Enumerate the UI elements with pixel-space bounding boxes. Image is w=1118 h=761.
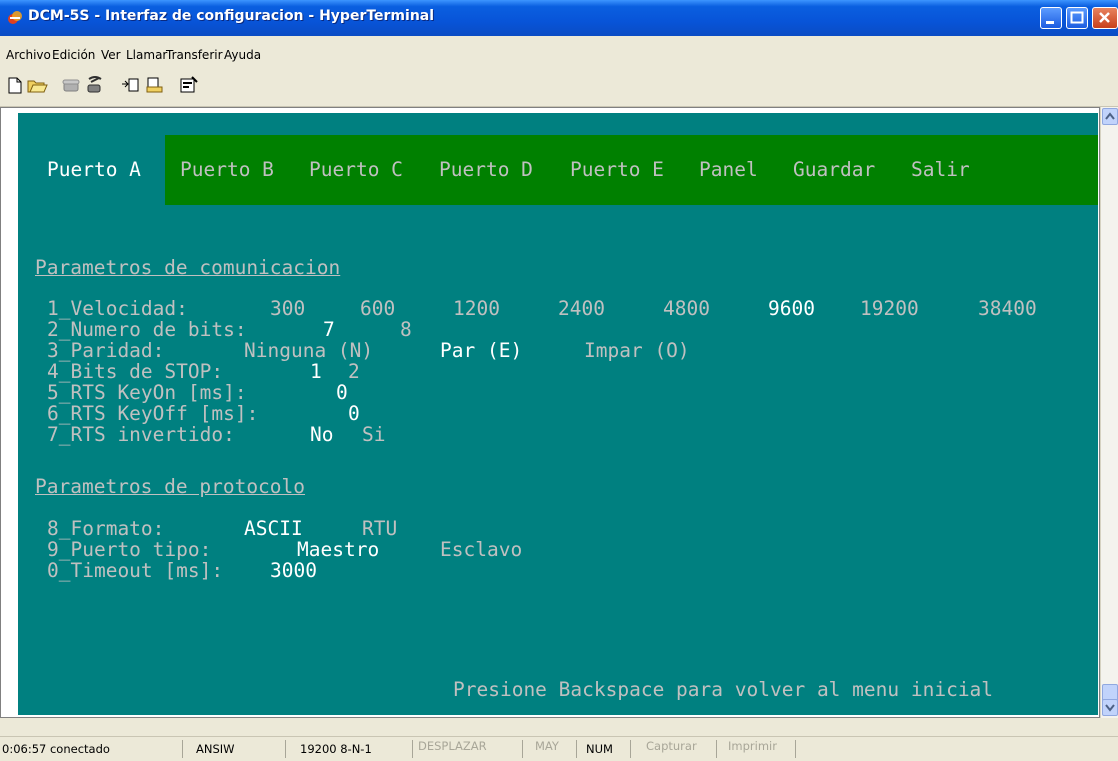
tab-puerto-c[interactable]: Puerto C: [309, 159, 403, 181]
window-title: DCM-5S - Interfaz de configuracion - Hyp…: [28, 8, 435, 24]
vertical-scrollbar[interactable]: [1100, 107, 1118, 718]
properties-icon[interactable]: [178, 75, 200, 95]
menu-llamar[interactable]: Llamar: [126, 48, 167, 62]
stop-label: 4_Bits de STOP:: [47, 360, 224, 383]
bits-option-7[interactable]: 7: [323, 319, 335, 341]
minimize-icon: [1046, 21, 1054, 24]
rts-invertido-label: 7_RTS invertido:: [47, 423, 235, 446]
title-bar[interactable]: DCM-5S - Interfaz de configuracion - Hyp…: [0, 0, 1118, 36]
disconnect-icon[interactable]: [84, 75, 106, 95]
terminal-screen[interactable]: Puerto A Puerto B Puerto C Puerto D Puer…: [18, 113, 1098, 715]
status-separator: [795, 740, 796, 758]
status-num: NUM: [586, 742, 613, 756]
chevron-up-icon: [1105, 112, 1115, 120]
stop-option-1[interactable]: 1: [310, 361, 322, 383]
menu-ayuda[interactable]: Ayuda: [224, 48, 261, 62]
formato-option-ascii[interactable]: ASCII: [244, 518, 303, 540]
paridad-option-ninguna[interactable]: Ninguna (N): [244, 340, 373, 362]
tab-salir[interactable]: Salir: [911, 159, 970, 181]
status-bar: 0:06:57 conectado ANSIW 19200 8-N-1 DESP…: [0, 736, 1118, 761]
bits-option-8[interactable]: 8: [400, 319, 412, 341]
bits-label: 2_Numero de bits:: [47, 318, 247, 341]
puerto-tipo-option-maestro[interactable]: Maestro: [297, 539, 379, 561]
phone-icon[interactable]: [60, 75, 82, 95]
status-caps: MAY: [535, 739, 559, 753]
status-separator: [285, 740, 286, 758]
receive-icon[interactable]: [144, 75, 166, 95]
close-icon: [1099, 12, 1110, 23]
minimize-button[interactable]: [1040, 7, 1062, 29]
velocidad-label: 1_Velocidad:: [47, 297, 188, 320]
status-separator: [412, 740, 413, 758]
menu-archivo[interactable]: Archivo: [6, 48, 51, 62]
status-scroll: DESPLAZAR: [418, 739, 487, 753]
paridad-option-impar[interactable]: Impar (O): [584, 340, 690, 362]
menu-ver[interactable]: Ver: [101, 48, 121, 62]
formato-label: 8_Formato:: [47, 517, 165, 540]
status-separator: [576, 740, 577, 758]
scroll-up-button[interactable]: [1102, 108, 1118, 125]
status-separator: [630, 740, 631, 758]
rts-invertido-option-no[interactable]: No: [310, 424, 333, 446]
footer-hint: Presione Backspace para volver al menu i…: [453, 678, 994, 701]
status-capture: Capturar: [646, 739, 697, 753]
menu-edicion[interactable]: Edición: [52, 48, 95, 62]
status-print: Imprimir: [728, 739, 777, 753]
section-comunicacion-title: Parametros de comunicacion: [35, 256, 341, 279]
status-connected: 0:06:57 conectado: [2, 742, 110, 756]
keyon-label: 5_RTS KeyOn [ms]:: [47, 381, 247, 404]
velocidad-option-1200[interactable]: 1200: [453, 298, 500, 320]
velocidad-option-38400[interactable]: 38400: [978, 298, 1037, 320]
scroll-down-button[interactable]: [1102, 699, 1118, 716]
stop-option-2[interactable]: 2: [348, 361, 360, 383]
keyon-value[interactable]: 0: [336, 382, 348, 404]
velocidad-option-19200[interactable]: 19200: [860, 298, 919, 320]
velocidad-option-2400[interactable]: 2400: [558, 298, 605, 320]
tab-puerto-b[interactable]: Puerto B: [180, 159, 274, 181]
rts-invertido-option-si[interactable]: Si: [362, 424, 385, 446]
formato-option-rtu[interactable]: RTU: [362, 518, 397, 540]
velocidad-option-9600[interactable]: 9600: [768, 298, 815, 320]
keyoff-label: 6_RTS KeyOff [ms]:: [47, 402, 259, 425]
status-settings: 19200 8-N-1: [300, 742, 372, 756]
paridad-option-par[interactable]: Par (E): [440, 340, 522, 362]
maximize-icon: [1070, 11, 1084, 24]
velocidad-option-300[interactable]: 300: [270, 298, 305, 320]
tab-puerto-d[interactable]: Puerto D: [439, 159, 533, 181]
new-file-icon[interactable]: [4, 75, 26, 95]
velocidad-option-4800[interactable]: 4800: [663, 298, 710, 320]
timeout-label: 0_Timeout [ms]:: [47, 559, 224, 582]
velocidad-option-600[interactable]: 600: [360, 298, 395, 320]
timeout-value[interactable]: 3000: [270, 560, 317, 582]
status-separator: [716, 740, 717, 758]
status-separator: [182, 740, 183, 758]
open-folder-icon[interactable]: [26, 75, 48, 95]
tab-panel[interactable]: Panel: [699, 159, 758, 181]
tab-puerto-a[interactable]: Puerto A: [47, 159, 141, 181]
chevron-down-icon: [1105, 704, 1115, 712]
tab-guardar[interactable]: Guardar: [793, 159, 875, 181]
menu-transferir[interactable]: Transferir: [166, 48, 223, 62]
puerto-tipo-label: 9_Puerto tipo:: [47, 538, 212, 561]
puerto-tipo-option-esclavo[interactable]: Esclavo: [440, 539, 522, 561]
section-protocolo-title: Parametros de protocolo: [35, 475, 306, 498]
menu-bar: Archivo Edición Ver Llamar Transferir Ay…: [0, 36, 1118, 66]
status-emulation: ANSIW: [196, 742, 235, 756]
toolbar: [0, 66, 1118, 107]
keyoff-value[interactable]: 0: [348, 403, 360, 425]
paridad-label: 3_Paridad:: [47, 339, 165, 362]
hyperterminal-app-icon: [8, 11, 22, 24]
send-icon[interactable]: [120, 75, 142, 95]
status-separator: [522, 740, 523, 758]
close-button[interactable]: [1092, 7, 1118, 29]
tab-puerto-e[interactable]: Puerto E: [570, 159, 664, 181]
maximize-button[interactable]: [1066, 7, 1088, 29]
